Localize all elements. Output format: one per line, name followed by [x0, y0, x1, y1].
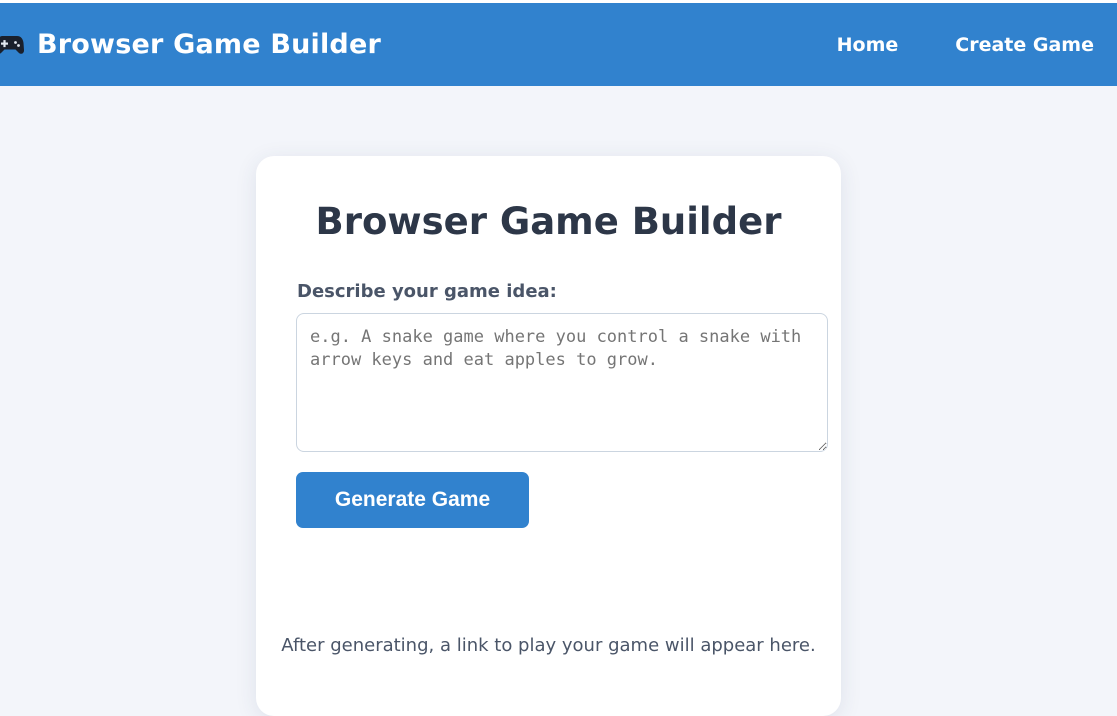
brand[interactable]: Browser Game Builder [0, 3, 381, 86]
brand-title: Browser Game Builder [37, 29, 381, 60]
nav-link-home[interactable]: Home [837, 34, 899, 56]
idea-field-label: Describe your game idea: [297, 281, 557, 302]
gamepad-icon [0, 34, 25, 56]
top-navbar: Browser Game Builder Home Create Game [0, 3, 1117, 86]
nav-link-create-game[interactable]: Create Game [955, 34, 1094, 56]
game-idea-input[interactable] [296, 313, 828, 452]
builder-card: Browser Game Builder Describe your game … [256, 156, 841, 716]
generate-game-button[interactable]: Generate Game [296, 472, 529, 528]
result-hint: After generating, a link to play your ga… [281, 635, 816, 656]
page-title: Browser Game Builder [315, 200, 782, 243]
nav-links: Home Create Game [780, 3, 1094, 86]
